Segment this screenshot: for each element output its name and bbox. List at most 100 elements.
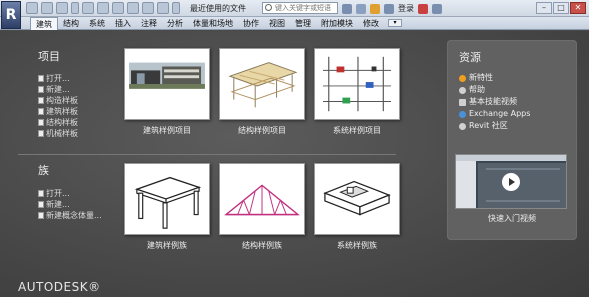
template-icon bbox=[38, 108, 44, 115]
tab-addins[interactable]: 附加模块 bbox=[316, 17, 358, 30]
families-heading: 族 bbox=[38, 164, 49, 177]
ribbon-tab-bar: 建筑 结构 系统 插入 注释 分析 体量和场地 协作 视图 管理 附加模块 修改… bbox=[0, 17, 589, 30]
sample-family-architecture[interactable] bbox=[124, 163, 210, 235]
video-icon bbox=[459, 98, 466, 106]
sample-project-systems-label: 系统样例项目 bbox=[333, 126, 381, 135]
open-icon[interactable] bbox=[26, 2, 38, 14]
sample-project-structure[interactable] bbox=[219, 48, 305, 120]
autodesk-logo: AUTODESK® bbox=[18, 280, 101, 294]
infocenter-tools: 登录 bbox=[342, 3, 442, 14]
play-icon[interactable] bbox=[502, 173, 520, 191]
mechanical-template-link[interactable]: 机械样板 bbox=[38, 128, 78, 139]
tab-structure[interactable]: 结构 bbox=[58, 17, 84, 30]
new-document-icon bbox=[38, 201, 44, 208]
exchange-icon bbox=[459, 110, 466, 118]
construction-template-link[interactable]: 构造样板 bbox=[38, 95, 78, 106]
project-open-link[interactable]: 打开... bbox=[38, 73, 78, 84]
quick-start-video-label: 快速入门视频 bbox=[488, 214, 536, 223]
family-new-link[interactable]: 新建... bbox=[38, 199, 102, 210]
recent-files-page: 项目 打开... 新建... 构造样板 建筑样板 结构样板 机械样板 建筑样例项… bbox=[0, 31, 589, 297]
projects-heading: 项目 bbox=[38, 50, 60, 63]
help-link[interactable]: 帮助 bbox=[459, 84, 530, 96]
search-input[interactable]: 键入关键字或短语 bbox=[262, 2, 338, 14]
folder-icon bbox=[38, 75, 44, 82]
tab-annotate[interactable]: 注释 bbox=[136, 17, 162, 30]
sample-project-systems[interactable] bbox=[314, 48, 400, 120]
bulb-icon bbox=[459, 74, 466, 82]
tab-massing-site[interactable]: 体量和场地 bbox=[188, 17, 238, 30]
search-icon bbox=[265, 4, 272, 11]
tab-systems[interactable]: 系统 bbox=[84, 17, 110, 30]
template-icon bbox=[38, 130, 44, 137]
sample-project-structure-label: 结构样例项目 bbox=[238, 126, 286, 135]
help-icon bbox=[459, 86, 466, 94]
new-document-icon bbox=[38, 86, 44, 93]
binoculars-icon[interactable] bbox=[342, 3, 352, 14]
section-icon[interactable] bbox=[157, 2, 169, 14]
help-icon[interactable] bbox=[432, 3, 442, 14]
quick-access-toolbar bbox=[26, 2, 180, 15]
family-open-link[interactable]: 打开... bbox=[38, 188, 102, 199]
section-divider bbox=[18, 154, 396, 155]
revit-logo-icon: R bbox=[5, 7, 17, 23]
tab-manage[interactable]: 管理 bbox=[290, 17, 316, 30]
resources-heading: 资源 bbox=[459, 51, 481, 64]
duct-family-icon bbox=[315, 164, 399, 234]
search-placeholder: 键入关键字或短语 bbox=[275, 4, 331, 12]
template-icon bbox=[38, 119, 44, 126]
measure-icon[interactable] bbox=[112, 2, 124, 14]
community-icon bbox=[459, 122, 466, 130]
tab-architecture[interactable]: 建筑 bbox=[30, 17, 58, 30]
new-mass-icon bbox=[38, 212, 44, 219]
mep-systems-icon bbox=[315, 49, 399, 119]
tab-view[interactable]: 视图 bbox=[264, 17, 290, 30]
families-links: 打开... 新建... 新建概念体量... bbox=[38, 188, 102, 221]
ribbon-display-dropdown[interactable]: ▾ bbox=[388, 19, 402, 27]
login-button[interactable]: 登录 bbox=[398, 3, 414, 14]
window-title: 最近使用的文件 bbox=[190, 4, 246, 13]
tab-modify[interactable]: 修改 bbox=[358, 17, 384, 30]
tab-collaborate[interactable]: 协作 bbox=[238, 17, 264, 30]
projects-links: 打开... 新建... 构造样板 建筑样板 结构样板 机械样板 bbox=[38, 73, 78, 139]
subscription-icon[interactable] bbox=[356, 3, 366, 14]
sample-project-architecture-label: 建筑样例项目 bbox=[143, 126, 191, 135]
sample-family-structure[interactable] bbox=[219, 163, 305, 235]
whats-new-link[interactable]: 新特性 bbox=[459, 72, 530, 84]
qat-dropdown-icon[interactable] bbox=[172, 2, 180, 14]
revit-community-link[interactable]: Revit 社区 bbox=[459, 120, 530, 132]
exchange-apps-link[interactable]: Exchange Apps bbox=[459, 108, 530, 120]
text-icon[interactable] bbox=[127, 2, 139, 14]
project-new-link[interactable]: 新建... bbox=[38, 84, 78, 95]
ribbon-tabs: 建筑 结构 系统 插入 注释 分析 体量和场地 协作 视图 管理 附加模块 修改… bbox=[30, 17, 402, 30]
structure-model-icon bbox=[220, 49, 304, 119]
truss-family-icon bbox=[220, 164, 304, 234]
undo-icon[interactable] bbox=[56, 2, 68, 14]
sample-project-architecture[interactable] bbox=[124, 48, 210, 120]
tab-analyze[interactable]: 分析 bbox=[162, 17, 188, 30]
sample-family-structure-label: 结构样例族 bbox=[242, 241, 282, 250]
resources-panel: 资源 新特性 帮助 基本技能视频 Exchange Apps Revit 社区 … bbox=[447, 40, 577, 240]
new-conceptual-mass-link[interactable]: 新建概念体量... bbox=[38, 210, 102, 221]
minimize-button[interactable]: – bbox=[536, 2, 552, 14]
star-icon[interactable] bbox=[370, 3, 380, 14]
tab-insert[interactable]: 插入 bbox=[110, 17, 136, 30]
save-icon[interactable] bbox=[41, 2, 53, 14]
window-controls: – □ ✕ bbox=[536, 2, 586, 14]
table-family-icon bbox=[125, 164, 209, 234]
essential-skills-videos-link[interactable]: 基本技能视频 bbox=[459, 96, 530, 108]
3d-view-icon[interactable] bbox=[142, 2, 154, 14]
quick-start-video-thumbnail[interactable] bbox=[455, 154, 567, 209]
structural-template-link[interactable]: 结构样板 bbox=[38, 117, 78, 128]
exchange-icon[interactable] bbox=[418, 3, 428, 14]
resources-links: 新特性 帮助 基本技能视频 Exchange Apps Revit 社区 bbox=[459, 72, 530, 132]
sample-family-systems[interactable] bbox=[314, 163, 400, 235]
maximize-button[interactable]: □ bbox=[553, 2, 569, 14]
undo-dropdown-icon[interactable] bbox=[71, 2, 79, 14]
redo-icon[interactable] bbox=[82, 2, 94, 14]
user-icon[interactable] bbox=[384, 3, 394, 14]
title-bar: 最近使用的文件 键入关键字或短语 登录 – □ ✕ bbox=[0, 0, 589, 17]
print-icon[interactable] bbox=[97, 2, 109, 14]
close-button[interactable]: ✕ bbox=[570, 2, 586, 14]
architectural-template-link[interactable]: 建筑样板 bbox=[38, 106, 78, 117]
application-menu-button[interactable]: R bbox=[1, 1, 21, 29]
